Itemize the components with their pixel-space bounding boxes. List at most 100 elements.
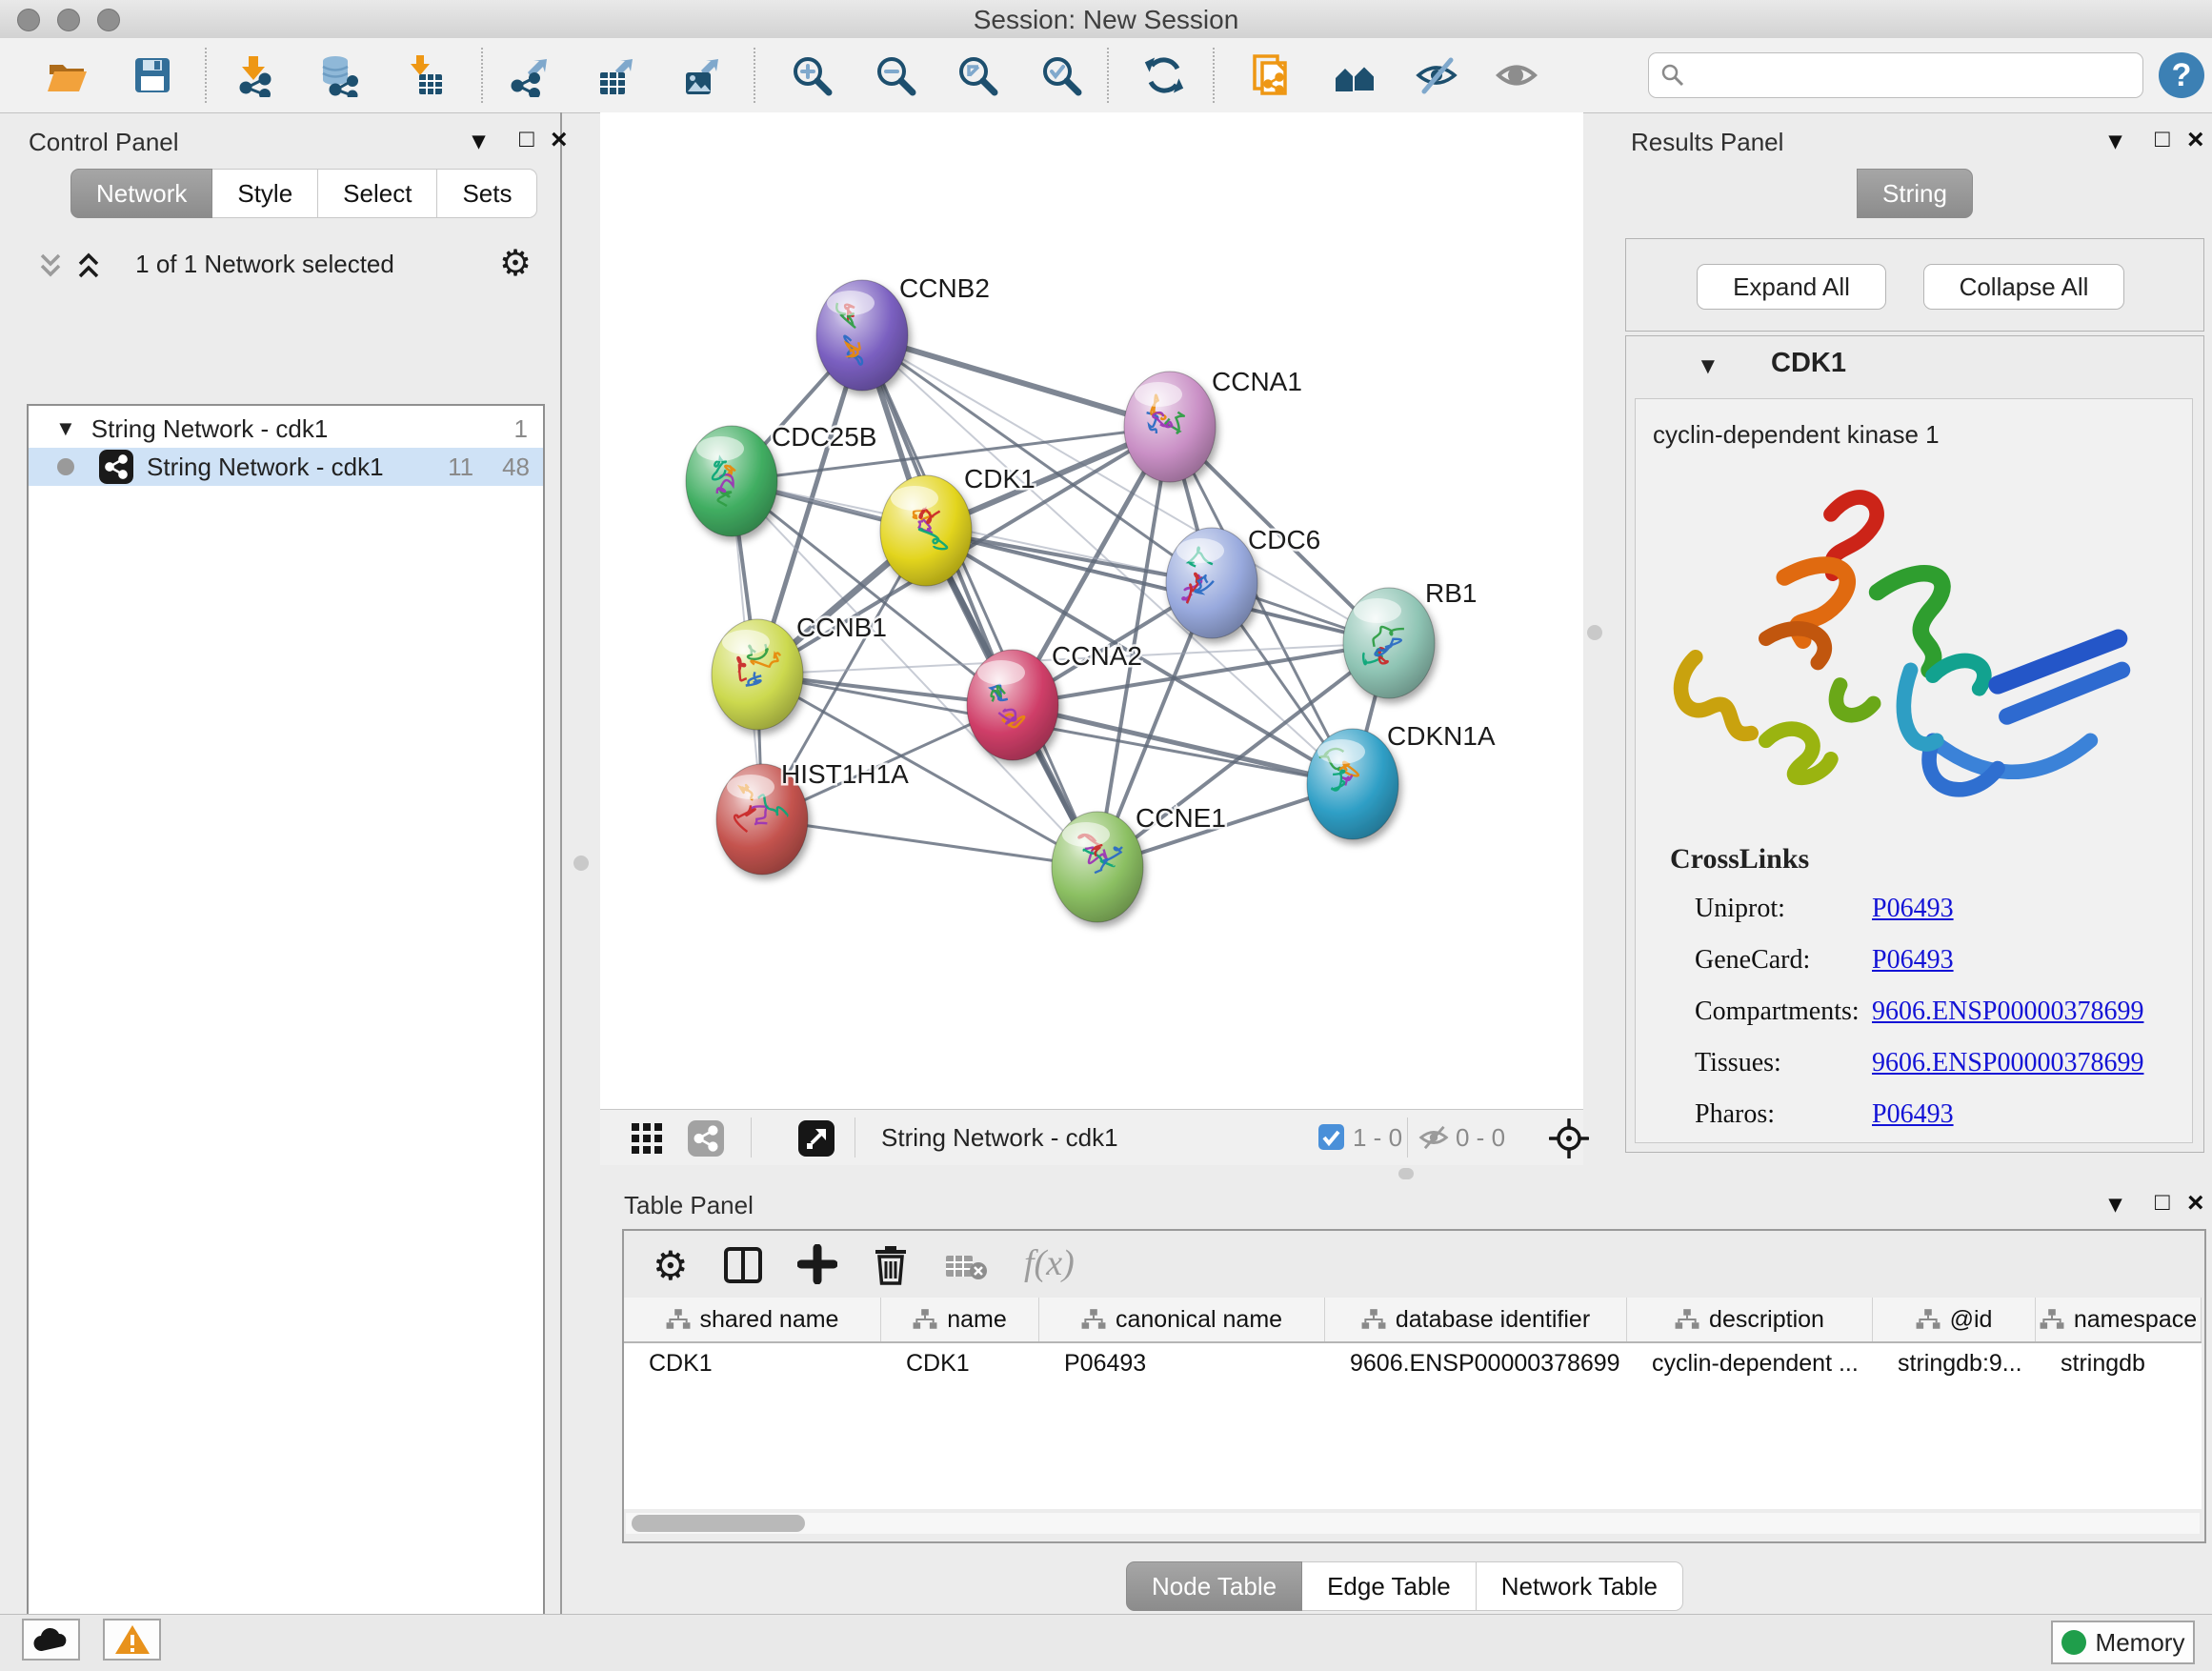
save-session-icon[interactable] [131, 53, 174, 97]
table-cell[interactable]: P06493 [1039, 1343, 1325, 1383]
crosslink-link[interactable]: P06493 [1872, 945, 1954, 976]
table-cell[interactable]: CDK1 [881, 1343, 1039, 1383]
scrollbar-thumb[interactable] [632, 1515, 805, 1532]
node-RB1[interactable] [1343, 588, 1435, 698]
crosslink-link[interactable]: P06493 [1872, 894, 1954, 924]
panel-close-icon[interactable]: × [2187, 124, 2204, 156]
crosslink-link[interactable]: 9606.ENSP00000378699 [1872, 1048, 2143, 1078]
panel-float-icon[interactable]: □ [519, 124, 534, 153]
zoom-in-icon[interactable] [790, 53, 834, 97]
tab-select[interactable]: Select [318, 169, 437, 218]
node-CDK1[interactable] [880, 475, 972, 586]
string-document-icon[interactable] [1249, 53, 1293, 97]
control-panel: Control Panel ▾ □ × NetworkStyleSelectSe… [0, 112, 562, 1614]
edge-CCNA2-CDKN1A[interactable] [1013, 705, 1353, 784]
vertical-splitter-handle[interactable] [573, 856, 589, 871]
crosslinks-list: Uniprot:P06493GeneCard:P06493Compartment… [1695, 883, 2171, 1140]
node-CDC6[interactable] [1166, 528, 1257, 638]
add-column-icon[interactable] [797, 1244, 837, 1284]
cloud-button[interactable] [22, 1619, 80, 1661]
toolbar-search-box[interactable] [1648, 52, 2143, 98]
node-CCNA2[interactable] [967, 650, 1058, 760]
column-header-database-identifier[interactable]: database identifier [1325, 1298, 1627, 1341]
zoom-selected-icon[interactable] [1039, 53, 1083, 97]
table-cell[interactable]: stringdb [2036, 1343, 2202, 1383]
import-network-from-database-icon[interactable] [317, 53, 361, 97]
import-table-icon[interactable] [403, 53, 447, 97]
table-settings-gear-icon[interactable]: ⚙ [653, 1242, 689, 1289]
warnings-button[interactable] [103, 1619, 161, 1661]
column-header-namespace[interactable]: namespace [2036, 1298, 2202, 1341]
panel-float-icon[interactable]: □ [2155, 124, 2170, 153]
column-header-description[interactable]: description [1627, 1298, 1873, 1341]
vertical-splitter-handle[interactable] [1587, 625, 1602, 640]
panel-collapse-icon[interactable]: ▾ [2109, 1189, 2122, 1218]
help-button[interactable]: ? [2159, 52, 2204, 98]
tab-network-table[interactable]: Network Table [1477, 1561, 1683, 1611]
zoom-out-icon[interactable] [874, 53, 917, 97]
selected-checkbox-icon[interactable] [1318, 1124, 1344, 1150]
crosslink-link[interactable]: P06493 [1872, 1099, 1954, 1130]
import-network-icon[interactable] [233, 53, 277, 97]
edge-HIST1H1A-CCNE1[interactable] [762, 819, 1097, 867]
node-CDKN1A[interactable] [1307, 729, 1398, 839]
zoom-fit-icon[interactable] [955, 53, 999, 97]
column-header-name[interactable]: name [881, 1298, 1039, 1341]
open-session-icon[interactable] [45, 53, 89, 97]
search-input[interactable] [1693, 61, 2131, 90]
houses-icon[interactable] [1333, 53, 1377, 97]
refresh-layout-icon[interactable] [1142, 53, 1186, 97]
collapse-all-button[interactable]: Collapse All [1923, 264, 2124, 310]
panel-collapse-icon[interactable]: ▾ [473, 126, 485, 155]
network-view-canvas[interactable]: CCNB2CCNA1CDC25BCDK1CDC6RB1CCNB1CCNA2CDK… [600, 112, 1583, 1109]
export-table-icon[interactable] [593, 53, 636, 97]
crosslink-link[interactable]: 9606.ENSP00000378699 [1872, 997, 2143, 1027]
expand-all-button[interactable]: Expand All [1697, 264, 1886, 310]
panel-close-icon[interactable]: × [551, 124, 568, 156]
node-CCNB2[interactable] [816, 280, 908, 391]
node-CCNE1[interactable] [1052, 812, 1143, 922]
crosslink-row: Tissues:9606.ENSP00000378699 [1695, 1037, 2171, 1089]
tab-node-table[interactable]: Node Table [1126, 1561, 1302, 1611]
show-columns-icon[interactable] [723, 1246, 763, 1284]
grid-view-icon[interactable] [631, 1122, 663, 1155]
tab-sets[interactable]: Sets [437, 169, 537, 218]
node-CCNA1[interactable] [1124, 372, 1216, 482]
network-row-selected[interactable]: String Network - cdk1 11 48 [29, 448, 543, 486]
export-network-icon[interactable] [507, 53, 551, 97]
panel-collapse-icon[interactable]: ▾ [2109, 126, 2122, 155]
crosslink-label: Tissues: [1695, 1048, 1872, 1078]
table-cell[interactable]: 9606.ENSP00000378699 [1325, 1343, 1627, 1383]
delete-column-trash-icon[interactable] [872, 1242, 910, 1286]
table-horizontal-scrollbar[interactable] [626, 1513, 2200, 1534]
column-header--id[interactable]: @id [1873, 1298, 2036, 1341]
network-collection-row[interactable]: ▼ String Network - cdk1 1 [29, 410, 543, 448]
horizontal-splitter-handle[interactable] [1398, 1168, 1414, 1179]
protein-collapse-caret-icon[interactable]: ▼ [1697, 353, 1719, 380]
memory-label: Memory [2096, 1628, 2185, 1658]
panel-close-icon[interactable]: × [2187, 1187, 2204, 1219]
network-share-view-icon[interactable] [688, 1120, 724, 1157]
tab-style[interactable]: Style [212, 169, 318, 218]
node-CDC25B[interactable] [686, 426, 777, 536]
edge-CCNB2-CCNA1[interactable] [862, 335, 1170, 427]
network-options-gear-icon[interactable]: ⚙ [499, 242, 532, 285]
hide-panel-eye-icon[interactable] [1415, 53, 1458, 97]
export-image-icon[interactable] [678, 53, 722, 97]
tab-edge-table[interactable]: Edge Table [1302, 1561, 1477, 1611]
tab-string[interactable]: String [1857, 169, 1973, 218]
column-header-shared-name[interactable]: shared name [624, 1298, 881, 1341]
table-row[interactable]: CDK1CDK1P064939606.ENSP00000378699cyclin… [624, 1343, 2202, 1383]
node-CCNB1[interactable] [712, 619, 803, 730]
table-cell[interactable]: CDK1 [624, 1343, 881, 1383]
memory-button[interactable]: Memory [2051, 1621, 2195, 1664]
table-cell[interactable]: cyclin-dependent ... [1627, 1343, 1873, 1383]
open-in-window-icon[interactable] [798, 1120, 835, 1157]
column-header-canonical-name[interactable]: canonical name [1039, 1298, 1325, 1341]
table-cell[interactable]: stringdb:9... [1873, 1343, 2036, 1383]
tab-network[interactable]: Network [70, 169, 212, 218]
birds-eye-view-icon[interactable] [1549, 1118, 1589, 1158]
show-panel-eye-icon[interactable] [1495, 53, 1538, 97]
tree-expand-caret-icon[interactable]: ▼ [55, 416, 76, 441]
panel-float-icon[interactable]: □ [2155, 1187, 2170, 1217]
